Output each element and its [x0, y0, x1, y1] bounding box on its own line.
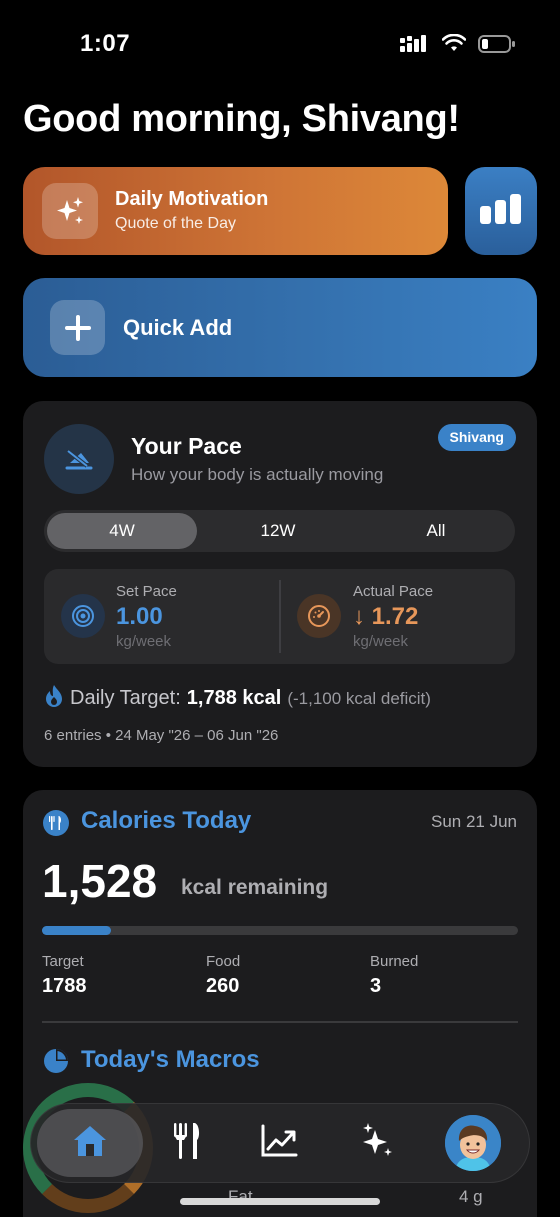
- sparkles-icon: [42, 183, 98, 239]
- pace-title: Your Pace: [131, 433, 242, 459]
- pace-card: Your Pace How your body is actually movi…: [23, 401, 537, 767]
- plus-icon: [50, 300, 105, 355]
- battery-icon: [478, 34, 516, 59]
- pie-chart-icon: [43, 1048, 69, 1079]
- range-tab-12w[interactable]: 12W: [203, 513, 353, 549]
- actual-pace-value: ↓ 1.72: [353, 603, 419, 630]
- macro-fat-value: 4 g: [459, 1187, 483, 1206]
- quick-add-label: Quick Add: [123, 315, 233, 340]
- macros-title: Today's Macros: [81, 1046, 260, 1073]
- calories-title: Calories Today: [81, 807, 252, 834]
- calorie-progress-fill: [42, 926, 112, 935]
- flame-icon: [44, 684, 64, 713]
- food-label: Food: [206, 953, 241, 970]
- target-value: 1788: [42, 975, 87, 997]
- calories-remaining-label: kcal remaining: [181, 876, 329, 899]
- tab-profile[interactable]: [439, 1109, 507, 1177]
- fork-knife-icon: [173, 1122, 201, 1165]
- target-icon: [61, 594, 105, 638]
- bar-chart-icon: [479, 192, 523, 231]
- daily-target: Daily Target: 1,788 kcal (-1,100 kcal de…: [44, 684, 431, 713]
- pace-subtitle: How your body is actually moving: [131, 465, 384, 484]
- scale-icon: [44, 424, 114, 494]
- range-tab-all[interactable]: All: [361, 513, 511, 549]
- tab-insights[interactable]: [343, 1109, 411, 1177]
- actual-pace-label: Actual Pace: [353, 583, 434, 600]
- burned-value: 3: [370, 975, 382, 997]
- user-badge: Shivang: [437, 424, 516, 451]
- daily-motivation-card[interactable]: Daily Motivation Quote of the Day: [23, 167, 448, 255]
- profile-avatar: [445, 1115, 501, 1171]
- home-indicator[interactable]: [180, 1198, 380, 1205]
- motivation-title: Daily Motivation: [115, 188, 269, 210]
- stats-button[interactable]: [465, 167, 537, 255]
- set-pace-label: Set Pace: [116, 583, 177, 600]
- burned-label: Burned: [370, 953, 419, 970]
- quick-add-button[interactable]: Quick Add: [23, 278, 537, 377]
- status-bar: 1:07: [0, 0, 560, 90]
- section-divider: [42, 1021, 518, 1023]
- status-icons: [400, 33, 516, 59]
- actual-pace-unit: kg/week: [353, 633, 409, 650]
- calorie-progress-bar: [42, 926, 518, 935]
- deficit-text: (-1,100 kcal deficit): [287, 688, 431, 708]
- home-icon: [71, 1123, 109, 1164]
- wifi-icon: [441, 33, 467, 59]
- entries-summary: 6 entries • 24 May "26 – 06 Jun "26: [44, 727, 279, 744]
- sparkles-icon: [359, 1122, 395, 1165]
- speedometer-icon: [297, 594, 341, 638]
- status-time: 1:07: [80, 30, 131, 57]
- fork-knife-icon: [43, 810, 69, 836]
- calories-remaining-value: 1,528: [42, 855, 158, 907]
- trend-chart-icon: [260, 1124, 298, 1163]
- target-label: Target: [42, 953, 84, 970]
- daily-target-label: Daily Target:: [70, 687, 181, 709]
- set-pace-value: 1.00: [116, 603, 163, 630]
- set-pace-unit: kg/week: [116, 633, 172, 650]
- range-selector: 4W 12W All: [44, 510, 515, 552]
- calories-date: Sun 21 Jun: [430, 812, 517, 831]
- food-value: 260: [206, 975, 240, 997]
- range-tab-4w[interactable]: 4W: [47, 513, 197, 549]
- pace-comparison: Set Pace 1.00 kg/week Actual Pace ↓ 1.72…: [44, 569, 515, 664]
- greeting-title: Good morning, Shivang!: [23, 98, 460, 140]
- tab-bar: [30, 1103, 530, 1183]
- tab-food[interactable]: [153, 1109, 221, 1177]
- tab-home[interactable]: [37, 1109, 143, 1177]
- daily-target-value: 1,788 kcal: [186, 687, 282, 709]
- cellular-icon: [400, 34, 430, 59]
- tab-progress[interactable]: [245, 1109, 313, 1177]
- motivation-subtitle: Quote of the Day: [115, 215, 236, 232]
- pace-divider: [279, 580, 281, 653]
